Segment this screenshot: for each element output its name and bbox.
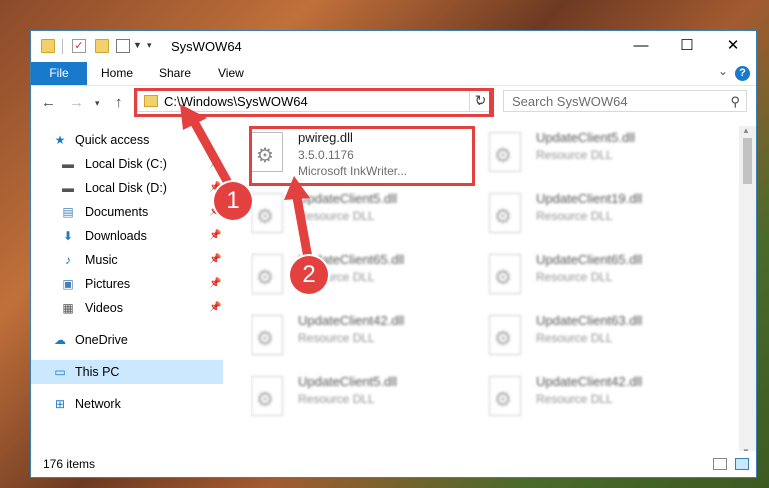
callout-badge-1: 1 bbox=[214, 182, 252, 220]
arrow-2-head bbox=[284, 176, 310, 200]
callout-arrows bbox=[180, 104, 313, 263]
arrow-2 bbox=[291, 187, 313, 263]
callout-badge-2: 2 bbox=[290, 256, 328, 294]
arrow-1 bbox=[187, 113, 237, 195]
